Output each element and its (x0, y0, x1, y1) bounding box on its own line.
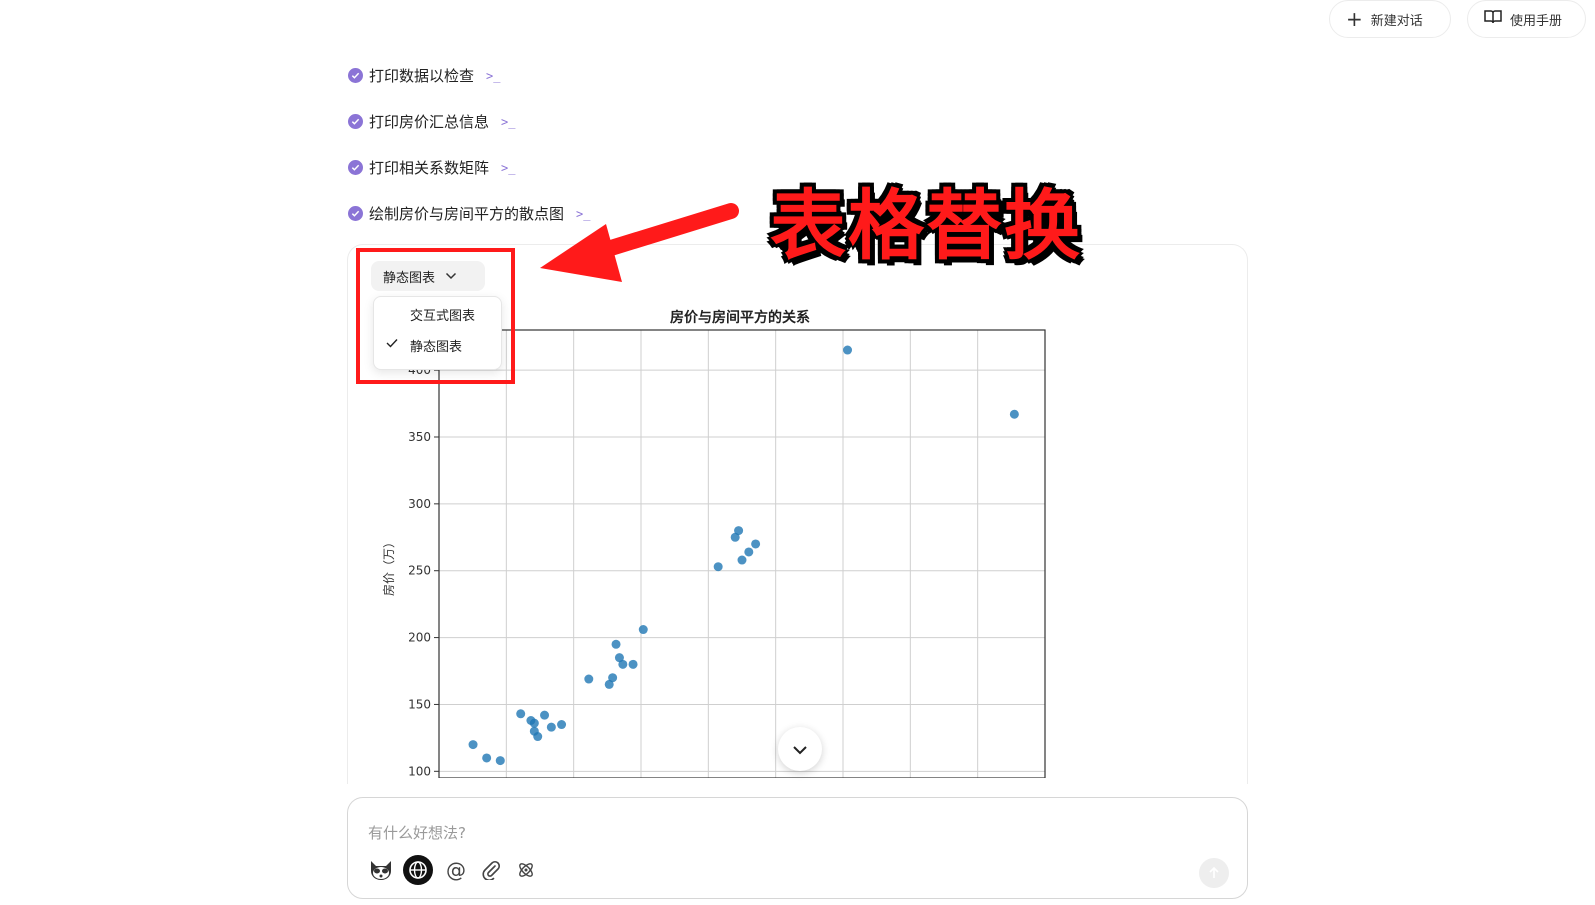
step-item: 绘制房价与房间平方的散点图 >_ (348, 203, 590, 224)
highlight-box (356, 248, 515, 384)
step-item: 打印数据以检查 >_ (348, 65, 500, 86)
check-circle-icon (348, 114, 363, 129)
scroll-down-button[interactable] (778, 727, 822, 771)
globe-icon[interactable] (403, 855, 433, 885)
terminal-icon[interactable]: >_ (501, 115, 515, 129)
check-circle-icon (348, 160, 363, 175)
book-icon (1484, 9, 1502, 29)
check-circle-icon (348, 206, 363, 221)
paperclip-icon[interactable] (476, 855, 506, 885)
atom-icon[interactable] (511, 855, 541, 885)
new-chat-label: 新建对话 (1370, 13, 1423, 29)
annotation-title: 表格替换 (770, 181, 1082, 270)
step-label: 绘制房价与房间平方的散点图 (369, 205, 565, 223)
step-label: 打印相关系数矩阵 (369, 159, 490, 177)
step-item: 打印相关系数矩阵 >_ (348, 157, 515, 178)
step-label: 打印房价汇总信息 (369, 113, 490, 131)
chevron-down-icon (792, 740, 808, 759)
plus-icon: + (1346, 7, 1363, 31)
terminal-icon[interactable]: >_ (576, 207, 590, 221)
step-item: 打印房价汇总信息 >_ (348, 111, 515, 132)
manual-label: 使用手册 (1510, 13, 1563, 29)
send-button[interactable] (1199, 858, 1229, 888)
check-circle-icon (348, 68, 363, 83)
terminal-icon[interactable]: >_ (501, 161, 515, 175)
new-chat-button[interactable]: + 新建对话 (1329, 0, 1451, 38)
chat-input-box[interactable]: 有什么好想法? @ (347, 797, 1248, 899)
manual-button[interactable]: 使用手册 (1467, 0, 1586, 38)
step-label: 打印数据以检查 (369, 67, 475, 85)
at-mention-icon[interactable]: @ (441, 855, 471, 885)
chat-input-placeholder[interactable]: 有什么好想法? (368, 822, 466, 843)
terminal-icon[interactable]: >_ (486, 69, 500, 83)
raccoon-avatar-icon[interactable] (366, 855, 396, 885)
